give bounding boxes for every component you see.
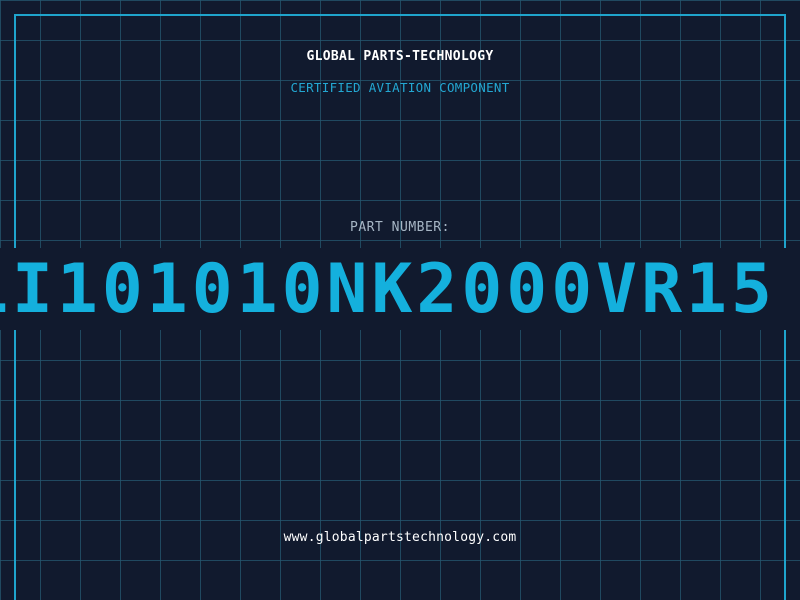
part-label-panel: GLOBAL PARTS-TECHNOLOGY CERTIFIED AVIATI… xyxy=(0,0,800,600)
part-number-label: PART NUMBER: xyxy=(350,220,450,235)
part-number-display: KLI101010NK2000VR15 xyxy=(0,246,800,336)
brand-name: GLOBAL PARTS-TECHNOLOGY xyxy=(306,49,494,64)
frame-top-border xyxy=(14,14,786,16)
part-number-value: KLI101010NK2000VR15 xyxy=(0,250,776,329)
website-url: www.globalpartstechnology.com xyxy=(283,530,517,545)
certification-subtitle: CERTIFIED AVIATION COMPONENT xyxy=(290,80,510,95)
